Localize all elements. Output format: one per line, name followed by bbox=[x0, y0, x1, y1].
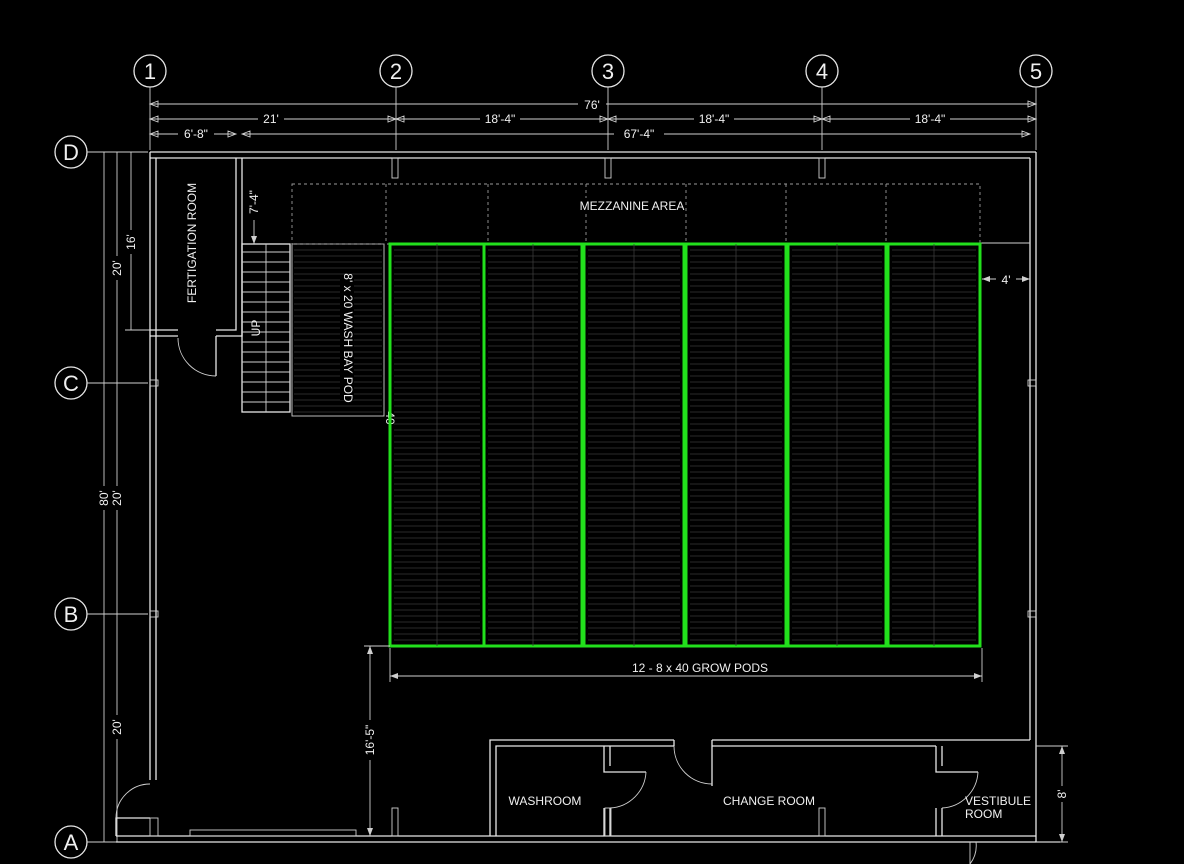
svg-text:B: B bbox=[64, 602, 79, 627]
svg-text:C: C bbox=[63, 371, 79, 396]
column-markers bbox=[149, 157, 1037, 837]
washroom-label: WASHROOM bbox=[509, 794, 582, 808]
svg-text:76': 76' bbox=[584, 98, 600, 112]
svg-text:D: D bbox=[63, 140, 79, 165]
svg-text:8': 8' bbox=[1055, 790, 1069, 799]
grid-column-2: 2 bbox=[379, 54, 413, 150]
dimension-left: 20' 16' 80' 20' 20' bbox=[97, 152, 150, 842]
svg-text:5: 5 bbox=[1030, 59, 1042, 84]
dimension-bays: 21' 18'-4" 18'-4" 18'-4" bbox=[148, 112, 1038, 126]
svg-text:21': 21' bbox=[263, 112, 279, 126]
svg-text:18'-4": 18'-4" bbox=[485, 112, 516, 126]
svg-text:2: 2 bbox=[390, 59, 402, 84]
svg-text:4: 4 bbox=[816, 59, 828, 84]
grow-pod bbox=[684, 242, 788, 648]
svg-text:FERTIGATION ROOM: FERTIGATION ROOM bbox=[185, 183, 199, 303]
wash-bay-pod: 8' x 20 WASH BAY POD 40 bbox=[291, 243, 397, 425]
svg-text:12 - 8 x 40 GROW PODS: 12 - 8 x 40 GROW PODS bbox=[632, 661, 768, 675]
svg-text:3: 3 bbox=[602, 59, 614, 84]
svg-text:8' x 20 WASH BAY POD: 8' x 20 WASH BAY POD bbox=[341, 273, 355, 403]
mezzanine-area: MEZZANINE AREA bbox=[291, 183, 1030, 245]
svg-text:4': 4' bbox=[1002, 273, 1011, 287]
stairs: UP 7'-4" bbox=[241, 184, 291, 413]
vestibule-label-2: ROOM bbox=[965, 807, 1002, 821]
bottom-rooms: WASHROOM CHANGE ROOM VESTIBULE ROOM bbox=[489, 739, 1031, 864]
svg-text:20': 20' bbox=[110, 490, 124, 506]
svg-text:16'-5": 16'-5" bbox=[363, 725, 377, 756]
dimension-right-4: 4' bbox=[982, 272, 1030, 287]
svg-text:7'-4": 7'-4" bbox=[247, 190, 261, 214]
svg-text:67'-4": 67'-4" bbox=[624, 127, 655, 141]
grow-pod bbox=[482, 242, 584, 648]
svg-text:16': 16' bbox=[124, 234, 138, 250]
change-room-label: CHANGE ROOM bbox=[723, 794, 815, 808]
grow-pod bbox=[886, 242, 982, 648]
svg-text:MEZZANINE AREA: MEZZANINE AREA bbox=[580, 199, 685, 213]
svg-text:6'-8": 6'-8" bbox=[184, 127, 208, 141]
grow-pods-dimension: 12 - 8 x 40 GROW PODS bbox=[389, 648, 983, 682]
fertigation-room: FERTIGATION ROOM bbox=[150, 158, 243, 377]
building-walls bbox=[115, 151, 1060, 843]
floor-plan-drawing: 1 2 3 4 5 D C B A 76' 21' 18'-4" 18'-4" … bbox=[54, 54, 1070, 864]
grow-pod bbox=[786, 242, 888, 648]
vestibule-label-1: VESTIBULE bbox=[965, 794, 1031, 808]
grow-pod bbox=[582, 242, 686, 648]
dimension-16-5: 16'-5" bbox=[363, 645, 390, 836]
grid-column-1: 1 bbox=[133, 54, 167, 150]
svg-text:UP: UP bbox=[249, 320, 263, 337]
grid-row-d: D bbox=[54, 135, 148, 169]
grow-pod bbox=[388, 242, 486, 648]
svg-text:20': 20' bbox=[110, 260, 124, 276]
svg-text:80': 80' bbox=[97, 490, 111, 506]
svg-text:18'-4": 18'-4" bbox=[699, 112, 730, 126]
grid-column-4: 4 bbox=[805, 54, 839, 150]
dimension-right-8: 8' bbox=[1036, 745, 1070, 843]
dimension-secondary: 6'-8" 67'-4" bbox=[148, 127, 1032, 141]
svg-text:20': 20' bbox=[110, 719, 124, 735]
svg-text:18'-4": 18'-4" bbox=[915, 112, 946, 126]
dimension-overall: 76' bbox=[148, 97, 1038, 112]
svg-text:A: A bbox=[64, 830, 79, 855]
svg-text:1: 1 bbox=[144, 59, 156, 84]
grow-pods bbox=[388, 242, 982, 648]
